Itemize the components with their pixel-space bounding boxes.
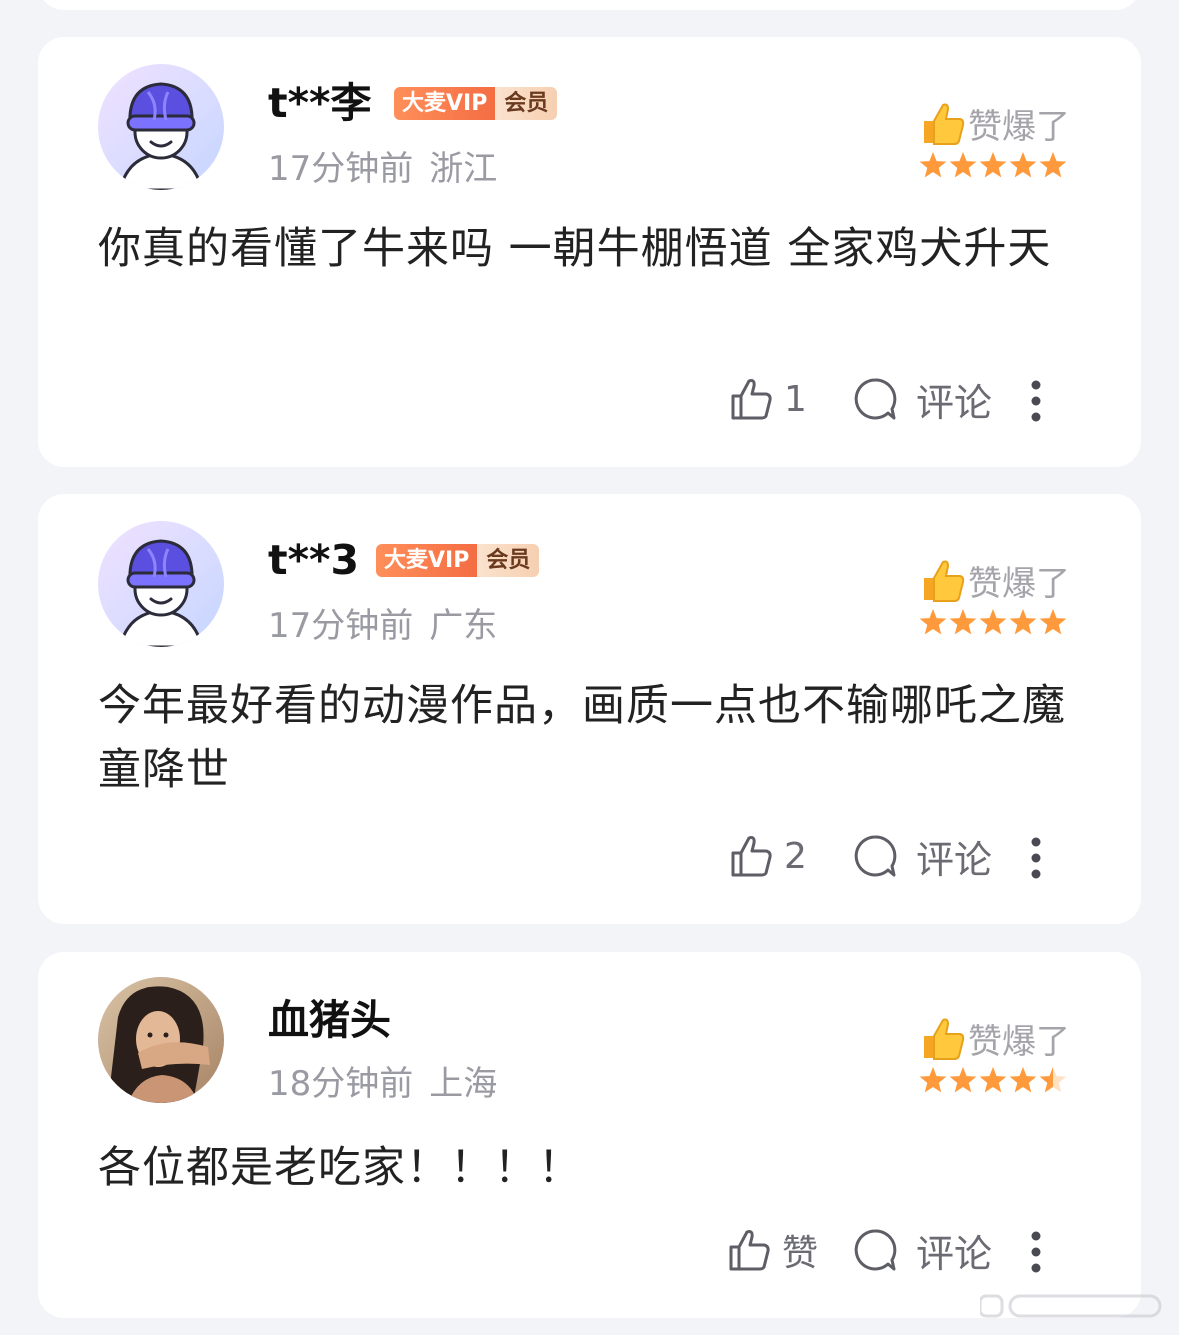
- comment-time: 18分钟前: [268, 1064, 414, 1104]
- thumbs-up-emoji-icon: [924, 560, 965, 602]
- star-icon-filled: [919, 1067, 947, 1093]
- rating-text: 赞爆了: [968, 563, 1070, 604]
- comment-card[interactable]: t**3 大麦VIP 会员 17分钟前 广东 赞爆了 今年最好看的动漫作品，画质一…: [38, 494, 1141, 924]
- comment-actions: 2 评论: [728, 830, 1108, 882]
- star-icon-filled: [979, 152, 1007, 178]
- comment-time: 17分钟前: [268, 606, 414, 646]
- like-button[interactable]: 2: [728, 830, 807, 882]
- like-count: 2: [784, 835, 807, 877]
- comment-button[interactable]: 评论: [852, 830, 992, 882]
- star-icon-filled: [1009, 609, 1037, 635]
- more-icon[interactable]: [1024, 379, 1048, 423]
- comment-actions: 1 评论: [728, 373, 1108, 425]
- like-icon: [729, 1230, 770, 1271]
- rating-text: 赞爆了: [968, 106, 1070, 147]
- avatar[interactable]: [98, 977, 224, 1103]
- star-icon-filled: [1009, 1067, 1037, 1093]
- like-count: 1: [784, 378, 807, 420]
- star-icon-filled: [919, 609, 947, 635]
- star-icon-filled: [1039, 609, 1067, 635]
- comment-time: 17分钟前: [268, 149, 414, 189]
- like-button[interactable]: 1: [728, 373, 807, 425]
- comment-button[interactable]: 评论: [852, 1224, 992, 1276]
- cartoon-avatar-icon: [118, 82, 204, 190]
- star-icon-filled: [979, 609, 1007, 635]
- star-icon-filled: [949, 152, 977, 178]
- thumbs-up-emoji-icon: [924, 103, 965, 145]
- member-label: 会员: [495, 87, 558, 120]
- star-rating: [919, 1067, 1067, 1093]
- star-icon-filled: [1039, 152, 1067, 178]
- thumbs-up-emoji-icon: [924, 1018, 965, 1060]
- comment-label: 评论: [916, 837, 993, 882]
- vip-badge: 大麦VIP 会员: [394, 87, 558, 120]
- comment-meta: 18分钟前 上海: [268, 1056, 497, 1105]
- comment-meta: 17分钟前 广东: [268, 598, 497, 647]
- vip-label: 大麦VIP: [376, 544, 478, 577]
- username[interactable]: t**李: [268, 75, 371, 131]
- star-icon-filled: [1009, 152, 1037, 178]
- star-icon-filled: [919, 152, 947, 178]
- more-icon[interactable]: [1024, 836, 1048, 880]
- like-button[interactable]: 赞: [726, 1224, 818, 1276]
- rating-label: 赞爆了: [918, 1012, 1070, 1064]
- comment-location: 上海: [429, 1064, 498, 1104]
- watermark-icon: [980, 1294, 1162, 1318]
- comment-card[interactable]: 血猪头 18分钟前 上海 赞爆了 各位都是老吃家！！！！ 赞 评论: [38, 952, 1141, 1318]
- like-icon: [731, 379, 772, 420]
- rating-label: 赞爆了: [918, 97, 1070, 149]
- comment-content: 各位都是老吃家！！！！: [98, 1143, 582, 1193]
- vip-label: 大麦VIP: [394, 87, 496, 120]
- photo-avatar-icon: [98, 977, 224, 1103]
- comment-icon: [854, 835, 897, 877]
- comment-label: 评论: [916, 380, 993, 425]
- comment-icon: [854, 1229, 897, 1271]
- more-icon[interactable]: [1024, 1230, 1048, 1274]
- comment-location: 广东: [429, 606, 498, 646]
- star-icon-filled: [949, 1067, 977, 1093]
- previous-card-edge: [38, 0, 1141, 10]
- username[interactable]: t**3: [268, 532, 359, 588]
- comment-label: 评论: [916, 1231, 993, 1276]
- avatar[interactable]: [98, 521, 224, 647]
- username[interactable]: 血猪头: [268, 992, 391, 1048]
- rating-label: 赞爆了: [918, 554, 1070, 606]
- star-icon-filled: [979, 1067, 1007, 1093]
- comment-location: 浙江: [429, 149, 498, 189]
- comment-button[interactable]: 评论: [852, 373, 992, 425]
- like-label: 赞: [782, 1233, 819, 1274]
- cartoon-avatar-icon: [118, 539, 204, 647]
- vip-badge: 大麦VIP 会员: [376, 544, 540, 577]
- star-icon-filled: [949, 609, 977, 635]
- rating-text: 赞爆了: [968, 1021, 1070, 1062]
- comment-content: 今年最好看的动漫作品，画质一点也不输哪吒之魔童降世: [98, 681, 1066, 795]
- member-label: 会员: [477, 544, 540, 577]
- comment-content: 你真的看懂了牛来吗 一朝牛棚悟道 全家鸡犬升天: [98, 224, 1052, 274]
- star-rating: [919, 609, 1067, 635]
- comment-card[interactable]: t**李 大麦VIP 会员 17分钟前 浙江 赞爆了 你真的看懂了牛来吗 一朝牛棚…: [38, 37, 1141, 467]
- comment-actions: 赞 评论: [726, 1224, 1106, 1276]
- star-rating: [919, 152, 1067, 178]
- comment-icon: [854, 378, 897, 420]
- avatar[interactable]: [98, 64, 224, 190]
- like-icon: [731, 836, 772, 877]
- comment-meta: 17分钟前 浙江: [268, 141, 497, 190]
